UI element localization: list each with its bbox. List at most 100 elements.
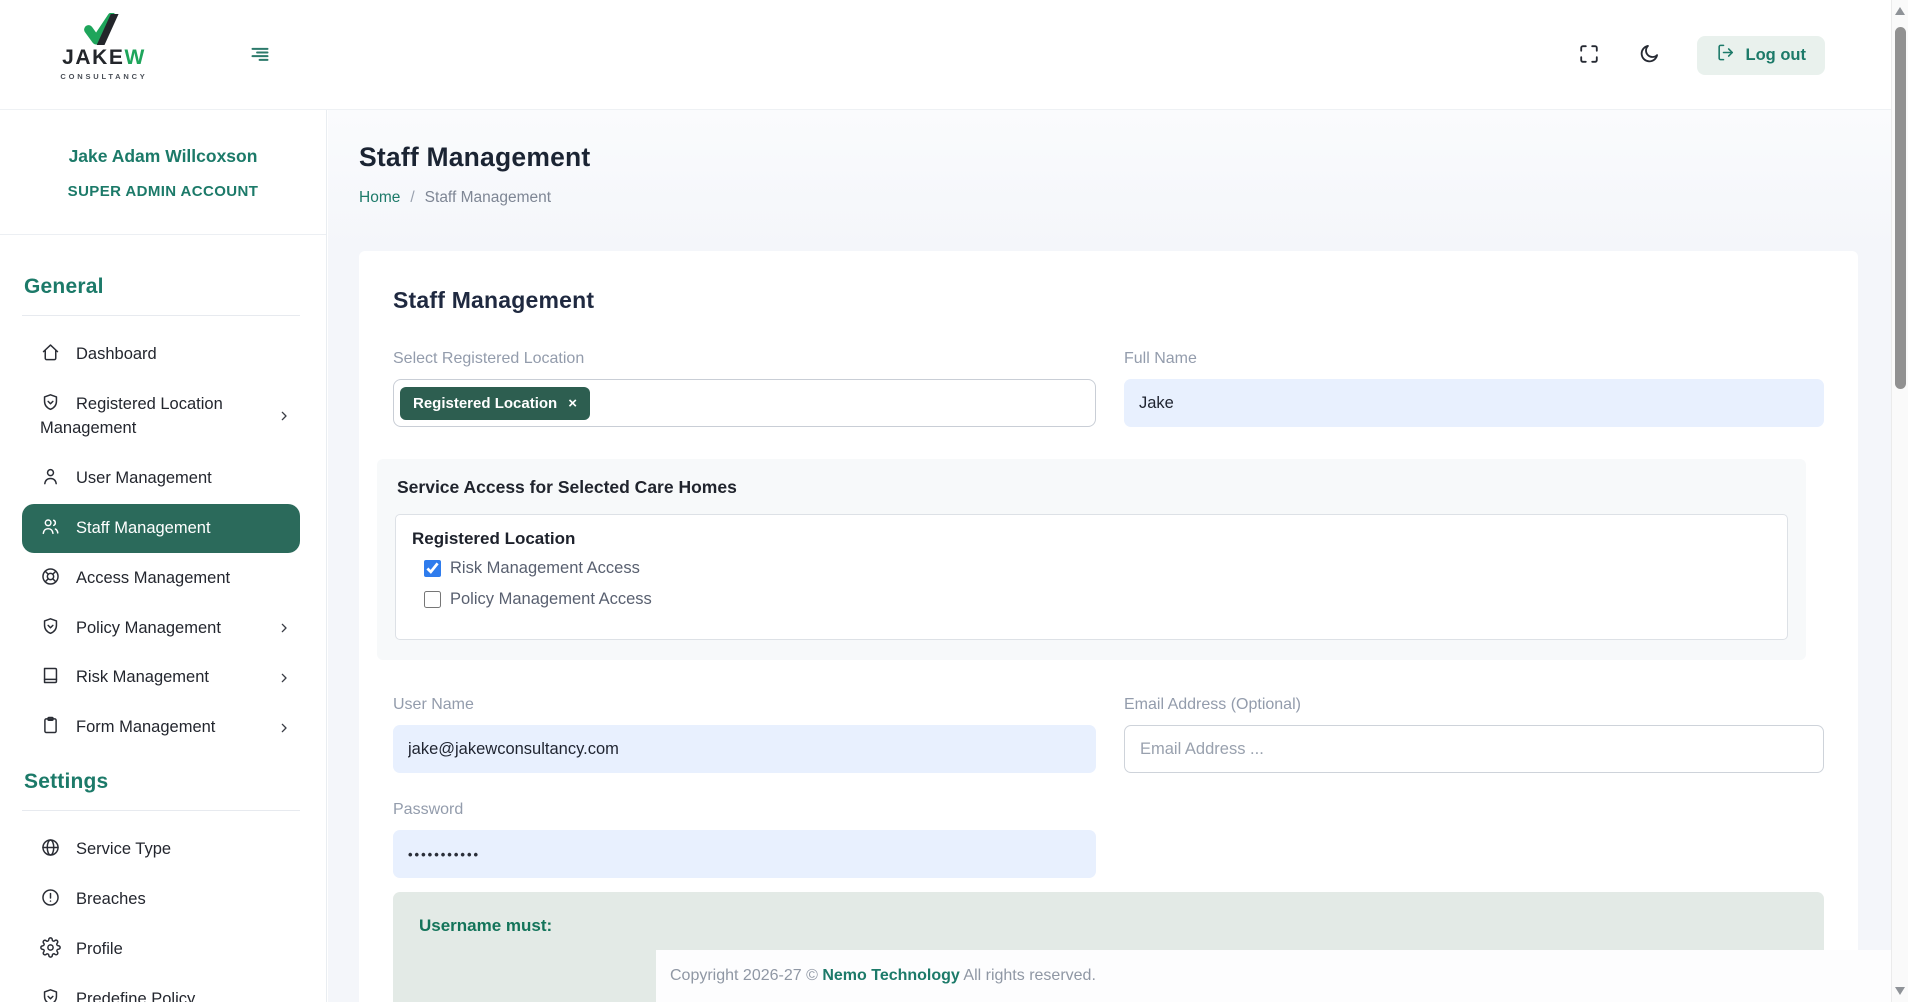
email-input[interactable] [1124,725,1824,773]
access-checkbox-label: Risk Management Access [450,559,640,578]
full-name-label: Full Name [1124,350,1824,368]
email-label: Email Address (Optional) [1124,696,1824,714]
book-icon [40,665,61,686]
page-scrollbar[interactable] [1891,0,1908,1002]
sidebar-item-label: Registered Location Management [40,395,223,437]
sidebar-item-breaches[interactable]: Breaches [22,875,300,924]
header-actions: Log out [1577,0,1825,110]
sidebar-item-label: Predefine Policy [76,990,195,1002]
moon-icon [1638,53,1660,68]
sidebar-item-dashboard[interactable]: Dashboard [22,330,300,379]
alert-circle-icon [40,887,61,908]
logout-icon [1716,43,1735,67]
sidebar-item-label: Form Management [76,718,215,736]
service-access-option[interactable]: Risk Management Access [424,559,1771,578]
sidebar-item-label: Dashboard [76,345,157,363]
sidebar-item-predefine-policy[interactable]: Predefine Policy [22,975,300,1002]
selected-location-tag: Registered Location × [400,387,590,420]
breadcrumb-divider: / [410,189,414,207]
footer: Copyright 2026-27 © Nemo Technology All … [656,950,1891,1002]
theme-toggle-button[interactable] [1637,43,1661,67]
scrollbar-thumb[interactable] [1895,27,1906,389]
chevron-right-icon [276,408,292,424]
footer-brand-link[interactable]: Nemo Technology [822,967,960,984]
chevron-right-icon [276,670,292,686]
breadcrumb-current: Staff Management [425,189,551,207]
breadcrumb-home-link[interactable]: Home [359,189,400,207]
service-access-box: Registered Location Risk Management Acce… [395,514,1788,640]
select-location-label: Select Registered Location [393,350,1096,368]
username-hint-title: Username must: [419,916,552,935]
scroll-up-arrow-icon[interactable] [1895,7,1905,15]
main-content: Staff Management Home / Staff Management… [328,110,1891,1002]
shield-check-icon [40,987,61,1002]
sidebar-menu: General Dashboard Registered Location Mana… [0,235,326,1002]
sidebar-user-role: SUPER ADMIN ACCOUNT [12,183,314,200]
access-checkbox[interactable] [424,560,441,577]
sidebar-item-label: Profile [76,940,123,958]
service-access-group-title: Registered Location [412,529,1771,549]
gear-icon [40,937,61,958]
page-title: Staff Management [359,142,1858,173]
sidebar-item-label: Risk Management [76,668,209,686]
hamburger-icon [250,52,270,67]
full-name-input[interactable] [1124,379,1824,427]
sidebar-item-registered-location-management[interactable]: Registered Location Management [22,380,300,453]
app-window: JAKEW CONSULTANCY Log out Jake Adam Will… [0,0,1908,1002]
sidebar-item-profile[interactable]: Profile [22,925,300,974]
sidebar-item-policy-management[interactable]: Policy Management [22,604,300,653]
sidebar-user-name: Jake Adam Willcoxson [12,146,314,167]
shield-check-icon [40,392,61,413]
password-input[interactable] [393,830,1096,878]
remove-tag-icon[interactable]: × [568,396,577,411]
sidebar-section-title: Settings [24,770,300,794]
sidebar-item-form-management[interactable]: Form Management [22,703,300,752]
email-group: Email Address (Optional) [1124,696,1824,773]
chevron-right-icon [276,720,292,736]
sidebar-section-title: General [24,275,300,299]
sidebar-item-label: Breaches [76,890,146,908]
service-access-option[interactable]: Policy Management Access [424,590,1771,609]
sidebar-item-label: Service Type [76,840,171,858]
access-checkbox-label: Policy Management Access [450,590,652,609]
service-access-section: Service Access for Selected Care Homes R… [377,459,1806,660]
service-access-options: Risk Management Access Policy Management … [412,559,1771,609]
chevron-right-icon [276,620,292,636]
home-icon [40,342,61,363]
sidebar-toggle-button[interactable] [249,44,271,66]
sidebar-user-block: Jake Adam Willcoxson SUPER ADMIN ACCOUNT [0,110,326,235]
selected-location-tag-label: Registered Location [413,396,557,411]
sidebar-divider [22,315,300,316]
sidebar-item-user-management[interactable]: User Management [22,454,300,503]
service-access-title: Service Access for Selected Care Homes [397,477,1788,498]
header: JAKEW CONSULTANCY Log out [0,0,1891,110]
select-location-group: Select Registered Location Registered Lo… [393,350,1096,427]
brand-logo[interactable]: JAKEW CONSULTANCY [42,13,166,81]
logout-button[interactable]: Log out [1697,36,1825,75]
clipboard-icon [40,715,61,736]
sidebar-item-label: Policy Management [76,619,221,637]
sidebar-item-staff-management[interactable]: Staff Management [22,504,300,553]
shield-check-icon [40,616,61,637]
password-group: Password [393,801,1096,878]
registered-location-select[interactable]: Registered Location × [393,379,1096,427]
lifebuoy-icon [40,566,61,587]
users-icon [40,516,61,537]
sidebar-item-service-type[interactable]: Service Type [22,825,300,874]
user-name-group: User Name [393,696,1096,773]
brand-logo-icon [82,13,126,46]
sidebar-item-access-management[interactable]: Access Management [22,554,300,603]
sidebar-item-risk-management[interactable]: Risk Management [22,653,300,702]
fullscreen-button[interactable] [1577,43,1601,67]
access-checkbox[interactable] [424,591,441,608]
footer-copyright: Copyright 2026-27 © Nemo Technology All … [670,967,1096,985]
sidebar-divider [22,810,300,811]
globe-icon [40,837,61,858]
sidebar-item-label: Access Management [76,569,230,587]
full-name-group: Full Name [1124,350,1824,427]
sidebar: Jake Adam Willcoxson SUPER ADMIN ACCOUNT… [0,110,327,1002]
brand-subtitle: CONSULTANCY [42,72,166,81]
scroll-down-arrow-icon[interactable] [1895,987,1905,995]
user-name-input[interactable] [393,725,1096,773]
brand-name: JAKEW [42,47,166,69]
